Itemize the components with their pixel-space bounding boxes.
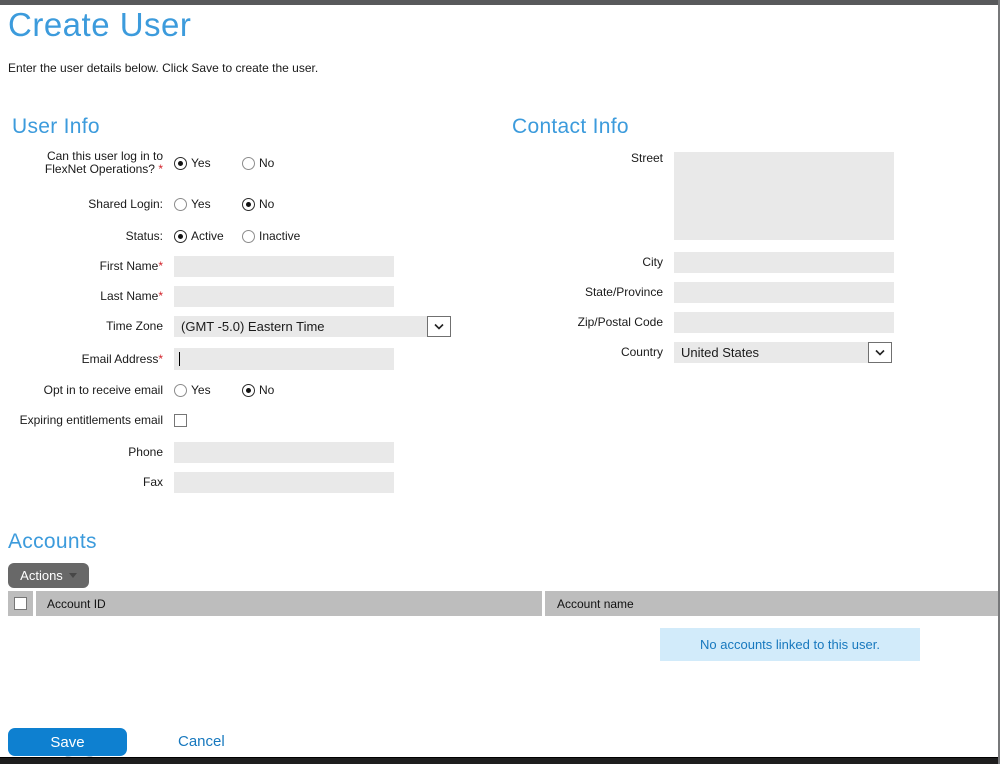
accounts-heading: Accounts (8, 530, 97, 554)
time-zone-select[interactable]: (GMT -5.0) Eastern Time (174, 316, 451, 337)
email-row: Email Address* (0, 348, 470, 370)
opt-in-label: Opt in to receive email (0, 384, 163, 397)
email-label: Email Address* (0, 353, 163, 366)
state-label: State/Province (500, 286, 663, 299)
text-cursor (179, 352, 180, 366)
login-yes-radio[interactable] (174, 157, 187, 170)
shared-login-label: Shared Login: (0, 198, 163, 211)
opt-in-no-radio[interactable] (242, 384, 255, 397)
city-row: City (500, 252, 980, 273)
last-name-field[interactable] (174, 286, 394, 307)
city-field[interactable] (674, 252, 894, 273)
status-row: Status: Active Inactive (0, 228, 470, 244)
time-zone-row: Time Zone (GMT -5.0) Eastern Time (0, 316, 470, 337)
country-dropdown-button[interactable] (868, 342, 892, 363)
user-info-heading: User Info (12, 115, 100, 139)
login-yes-label: Yes (191, 156, 211, 170)
shared-login-no-radio[interactable] (242, 198, 255, 211)
email-field[interactable] (174, 348, 394, 370)
shared-login-yes-label: Yes (191, 197, 211, 211)
accounts-table-header: Account ID Account name (8, 591, 998, 616)
last-name-label: Last Name* (0, 290, 163, 303)
street-label: Street (500, 152, 663, 165)
login-no-label: No (259, 156, 274, 170)
first-name-row: First Name* (0, 256, 470, 277)
opt-in-no-label: No (259, 383, 274, 397)
save-button[interactable]: Save (8, 728, 127, 756)
fax-row: Fax (0, 472, 470, 493)
expiring-email-label: Expiring entitlements email (0, 414, 163, 427)
time-zone-label: Time Zone (0, 320, 163, 333)
opt-in-yes-label: Yes (191, 383, 211, 397)
page-title: Create User (8, 6, 191, 44)
status-active-label: Active (191, 229, 224, 243)
state-row: State/Province (500, 282, 980, 303)
chevron-down-icon (433, 323, 445, 331)
zip-field[interactable] (674, 312, 894, 333)
last-name-row: Last Name* (0, 286, 470, 307)
phone-label: Phone (0, 446, 163, 459)
country-label: Country (500, 346, 663, 359)
phone-row: Phone (0, 442, 470, 463)
shared-login-yes-radio[interactable] (174, 198, 187, 211)
street-row: Street (500, 152, 980, 240)
account-name-column-header: Account name (545, 591, 998, 616)
status-inactive-radio[interactable] (242, 230, 255, 243)
shared-login-row: Shared Login: Yes No (0, 196, 470, 212)
opt-in-row: Opt in to receive email Yes No (0, 382, 470, 398)
status-label: Status: (0, 230, 163, 243)
required-asterisk: * (158, 289, 163, 303)
select-all-cell (8, 591, 33, 616)
login-no-radio[interactable] (242, 157, 255, 170)
chevron-down-icon (874, 349, 886, 357)
first-name-label: First Name* (0, 260, 163, 273)
city-label: City (500, 256, 663, 269)
phone-field[interactable] (174, 442, 394, 463)
expiring-email-row: Expiring entitlements email (0, 412, 470, 428)
country-select[interactable]: United States (674, 342, 892, 363)
opt-in-yes-radio[interactable] (174, 384, 187, 397)
no-accounts-message: No accounts linked to this user. (660, 628, 920, 661)
contact-info-heading: Contact Info (512, 115, 629, 139)
select-all-checkbox[interactable] (14, 597, 27, 610)
time-zone-dropdown-button[interactable] (427, 316, 451, 337)
required-asterisk: * (158, 352, 163, 366)
zip-label: Zip/Postal Code (500, 316, 663, 329)
fax-field[interactable] (174, 472, 394, 493)
window-bottom-edge (0, 757, 1000, 764)
shared-login-no-label: No (259, 197, 274, 211)
state-field[interactable] (674, 282, 894, 303)
country-value: United States (674, 342, 868, 363)
street-field[interactable] (674, 152, 894, 240)
cancel-link[interactable]: Cancel (178, 733, 225, 750)
fax-label: Fax (0, 476, 163, 489)
caret-down-icon (69, 573, 77, 578)
create-user-page: Create User Enter the user details below… (0, 0, 1000, 764)
page-subtitle: Enter the user details below. Click Save… (8, 61, 318, 75)
account-id-column-header: Account ID (36, 591, 542, 616)
status-active-radio[interactable] (174, 230, 187, 243)
login-question-row: Can this user log in to FlexNet Operatio… (0, 149, 470, 177)
time-zone-value: (GMT -5.0) Eastern Time (174, 316, 427, 337)
required-asterisk: * (158, 259, 163, 273)
status-inactive-label: Inactive (259, 229, 300, 243)
window-top-edge (0, 0, 1000, 5)
actions-button[interactable]: Actions (8, 563, 89, 588)
country-row: Country United States (500, 342, 980, 363)
expiring-email-checkbox[interactable] (174, 414, 187, 427)
required-asterisk: * (158, 162, 163, 176)
zip-row: Zip/Postal Code (500, 312, 980, 333)
first-name-field[interactable] (174, 256, 394, 277)
login-question-label: Can this user log in to FlexNet Operatio… (0, 150, 163, 176)
